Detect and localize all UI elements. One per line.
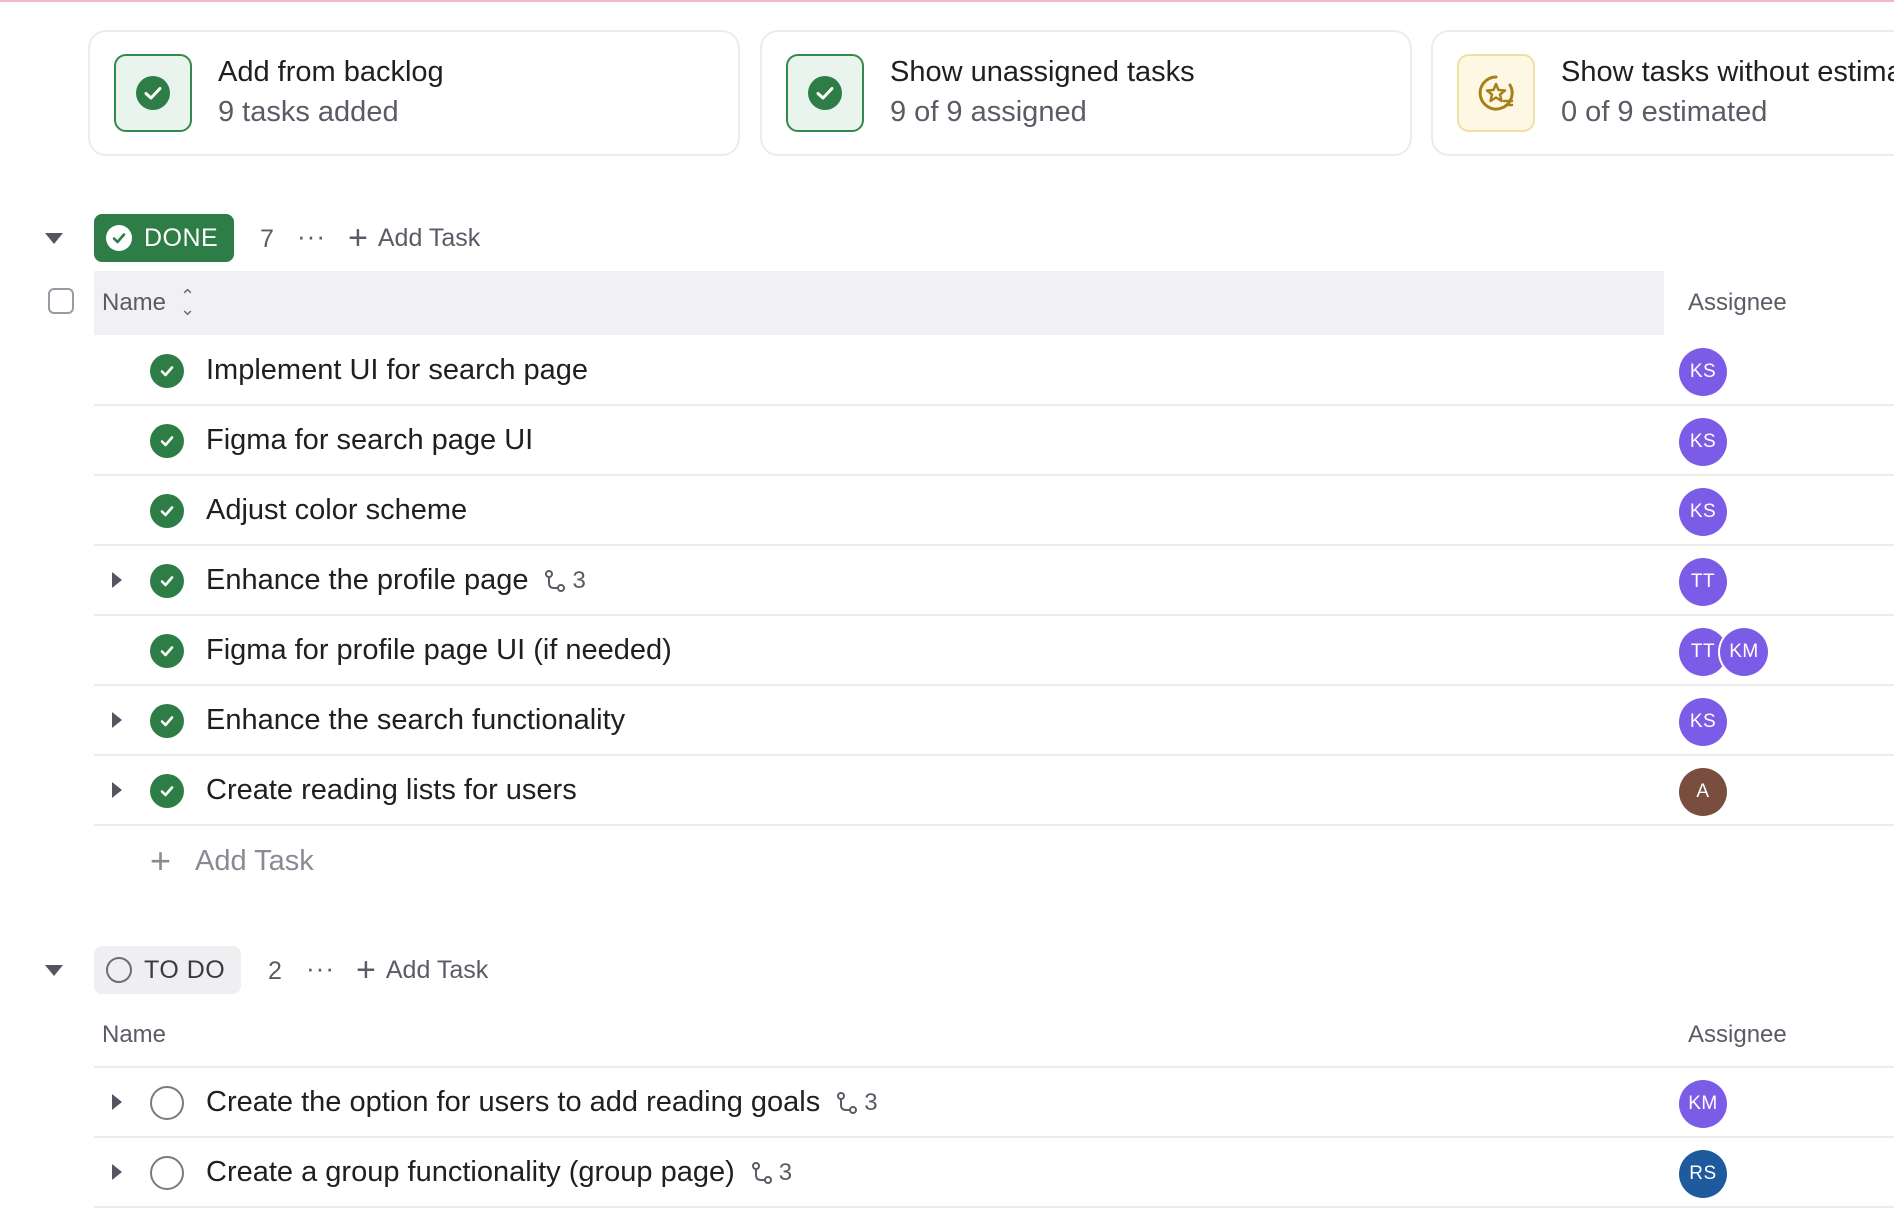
add-task-label: Add Task <box>385 955 489 984</box>
table-row[interactable]: Enhance the profile page 3 TT <box>94 546 1894 616</box>
add-task-button[interactable]: + Add Task <box>356 953 488 987</box>
add-task-label: Add Task <box>195 844 314 877</box>
status-done-icon[interactable] <box>150 704 184 738</box>
star-badge-icon <box>1457 54 1535 132</box>
more-options-icon[interactable]: ··· <box>306 953 335 984</box>
card-show-unassigned[interactable]: Show unassigned tasks 9 of 9 assigned <box>760 30 1412 156</box>
status-done-icon[interactable] <box>150 774 184 808</box>
status-pill-done[interactable]: DONE <box>94 214 235 262</box>
task-name[interactable]: Create reading lists for users <box>206 774 577 807</box>
status-done-icon[interactable] <box>150 494 184 528</box>
task-name[interactable]: Figma for profile page UI (if needed) <box>206 634 672 667</box>
status-done-icon[interactable] <box>150 424 184 458</box>
expand-caret-icon[interactable] <box>112 712 122 728</box>
status-pill-label: DONE <box>144 223 219 252</box>
card-subtitle: 9 of 9 assigned <box>890 96 1087 128</box>
task-name[interactable]: Enhance the search functionality <box>206 704 625 737</box>
status-pill-todo[interactable]: TO DO <box>94 946 242 994</box>
table-header <box>94 271 1664 335</box>
subtask-icon <box>837 1091 858 1114</box>
status-todo-icon[interactable] <box>150 1086 184 1120</box>
subtask-count[interactable]: 3 <box>544 567 586 595</box>
collapse-done-caret-icon[interactable] <box>45 233 63 244</box>
status-done-icon[interactable] <box>150 634 184 668</box>
column-header-name[interactable]: Name <box>102 1021 166 1049</box>
table-row[interactable]: Implement UI for search page KS <box>94 336 1894 406</box>
subtask-icon <box>751 1161 772 1184</box>
add-task-button[interactable]: + Add Task <box>348 221 480 255</box>
task-name[interactable]: Create the option for users to add readi… <box>206 1086 878 1119</box>
status-todo-icon[interactable] <box>150 1156 184 1190</box>
expand-caret-icon[interactable] <box>112 1164 122 1180</box>
column-header-assignee[interactable]: Assignee <box>1688 289 1787 317</box>
avatar[interactable]: KM <box>1679 1080 1727 1128</box>
plus-icon: + <box>348 219 368 257</box>
subtask-count[interactable]: 3 <box>836 1089 878 1117</box>
table-row[interactable]: Create a group functionality (group page… <box>94 1138 1894 1208</box>
empty-circle-icon <box>106 957 132 983</box>
expand-caret-icon[interactable] <box>112 572 122 588</box>
card-title: Show unassigned tasks <box>890 56 1195 88</box>
subtask-icon <box>545 569 566 592</box>
more-options-icon[interactable]: ··· <box>297 221 326 252</box>
check-circle-icon <box>786 54 864 132</box>
column-header-label: Name <box>102 1021 167 1048</box>
group-count: 7 <box>260 225 274 253</box>
status-pill-label: TO DO <box>144 955 226 984</box>
card-subtitle: 0 of 9 estimated <box>1561 96 1768 128</box>
card-show-without-estimate[interactable]: Show tasks without estimat 0 of 9 estima… <box>1431 30 1894 156</box>
status-done-icon[interactable] <box>150 354 184 388</box>
check-circle-icon <box>114 54 192 132</box>
table-row[interactable]: Enhance the search functionality KS <box>94 686 1894 756</box>
table-row[interactable]: Adjust color scheme KS <box>94 476 1894 546</box>
avatar[interactable]: KS <box>1679 348 1727 396</box>
card-subtitle: 9 tasks added <box>218 96 399 128</box>
avatar[interactable]: KM <box>1720 628 1768 676</box>
table-row[interactable]: Create reading lists for users A <box>94 756 1894 826</box>
task-name[interactable]: Adjust color scheme <box>206 494 467 527</box>
add-task-label: Add Task <box>377 223 481 252</box>
avatar[interactable]: A <box>1679 768 1727 816</box>
column-header-name[interactable]: Name ⌃ ⌄ <box>102 287 195 318</box>
avatar[interactable]: TT <box>1679 558 1727 606</box>
task-name[interactable]: Create a group functionality (group page… <box>206 1156 792 1189</box>
table-row[interactable]: Create the option for users to add readi… <box>94 1068 1894 1138</box>
column-header-label: Name <box>102 289 167 316</box>
avatar[interactable]: KS <box>1679 418 1727 466</box>
expand-caret-icon[interactable] <box>112 1094 122 1110</box>
add-task-row[interactable]: + Add Task <box>150 843 314 879</box>
card-add-from-backlog[interactable]: Add from backlog 9 tasks added <box>88 30 740 156</box>
status-done-icon[interactable] <box>150 564 184 598</box>
table-row[interactable]: Figma for profile page UI (if needed) TT… <box>94 616 1894 686</box>
task-name[interactable]: Figma for search page UI <box>206 424 533 457</box>
task-name[interactable]: Implement UI for search page <box>206 354 588 387</box>
check-circle-icon <box>106 225 132 251</box>
task-name[interactable]: Enhance the profile page 3 <box>206 564 586 597</box>
card-title: Add from backlog <box>218 56 444 88</box>
select-all-checkbox[interactable] <box>48 288 74 314</box>
expand-caret-icon[interactable] <box>112 782 122 798</box>
avatar[interactable]: KS <box>1679 488 1727 536</box>
table-row[interactable]: Figma for search page UI KS <box>94 406 1894 476</box>
subtask-count[interactable]: 3 <box>751 1159 792 1187</box>
avatar[interactable]: KS <box>1679 698 1727 746</box>
column-header-assignee[interactable]: Assignee <box>1688 1021 1787 1049</box>
plus-icon: + <box>356 951 376 989</box>
card-title: Show tasks without estimat <box>1561 56 1894 88</box>
sort-icon[interactable]: ⌃ ⌄ <box>180 287 195 318</box>
collapse-todo-caret-icon[interactable] <box>45 965 63 976</box>
plus-icon: + <box>150 840 172 881</box>
top-accent-line <box>0 0 1894 2</box>
group-count: 2 <box>268 957 282 985</box>
avatar[interactable]: RS <box>1679 1150 1727 1198</box>
